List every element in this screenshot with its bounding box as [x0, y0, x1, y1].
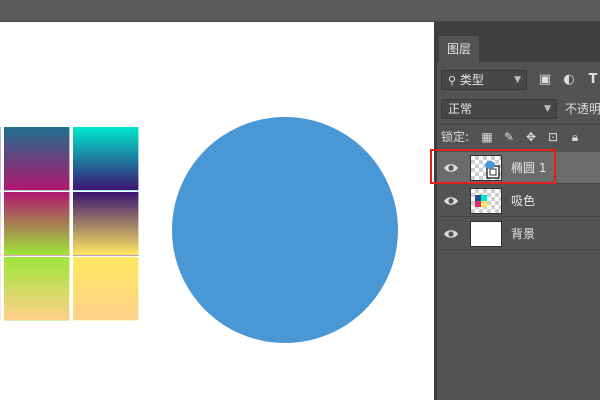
adjustment-filter-icon[interactable]: ◐ [561, 72, 577, 88]
layer-name: 背景 [511, 227, 536, 241]
layer-name: 吸色 [511, 194, 536, 208]
layers-panel: 图层 ⚲ 类型 ▼ ▣ ◐ T 正常 ▼ 不透明 锁定: ▦ ✎ ✥ ⊡ 🔒︎ [437, 22, 600, 400]
application-top-bar [0, 0, 600, 22]
lock-transparent-icon[interactable]: ▦ [479, 129, 495, 145]
eye-icon[interactable] [443, 226, 459, 242]
eye-icon[interactable] [443, 193, 459, 209]
blue-ellipse-shape[interactable] [172, 117, 398, 343]
lock-all-icon[interactable]: 🔒︎ [567, 129, 583, 145]
layer-row[interactable]: 背景 [437, 218, 600, 250]
color-swatch [73, 127, 139, 191]
layer-thumbnail [470, 188, 502, 214]
blend-mode-select[interactable]: 正常 ▼ [441, 99, 557, 119]
color-swatch-grid [0, 127, 141, 321]
selection-highlight-box [430, 149, 556, 184]
layer-row[interactable]: 吸色 [437, 185, 600, 217]
color-swatch [4, 127, 70, 191]
panel-tab-bar: 图层 [437, 22, 600, 62]
color-image-thumb-icon [475, 195, 487, 207]
color-swatch [73, 257, 139, 321]
opacity-label: 不透明 [565, 102, 600, 116]
image-filter-icon[interactable]: ▣ [537, 72, 553, 88]
blend-mode-value: 正常 [448, 102, 473, 116]
text-filter-icon[interactable]: T [585, 72, 600, 88]
blend-opacity-row: 正常 ▼ 不透明 [437, 96, 600, 122]
color-swatch [0, 192, 1, 256]
color-swatch [0, 127, 1, 191]
lock-label: 锁定: [441, 130, 470, 144]
lock-row: 锁定: ▦ ✎ ✥ ⊡ 🔒︎ [437, 124, 600, 148]
layer-kind-select[interactable]: ⚲ 类型 ▼ [441, 70, 527, 90]
color-swatch [4, 192, 70, 256]
document-canvas[interactable] [0, 22, 434, 400]
lock-move-icon[interactable]: ✥ [523, 129, 539, 145]
lock-artboard-icon[interactable]: ⊡ [545, 129, 561, 145]
search-icon: ⚲ [448, 74, 457, 87]
lock-brush-icon[interactable]: ✎ [501, 129, 517, 145]
layer-kind-label: 类型 [459, 73, 484, 87]
chevron-down-icon: ▼ [514, 75, 521, 85]
layer-thumbnail [470, 221, 502, 247]
color-swatch [73, 192, 139, 256]
color-swatch [0, 257, 1, 321]
tab-layers[interactable]: 图层 [439, 36, 479, 62]
layer-filter-row: ⚲ 类型 ▼ ▣ ◐ T [437, 66, 600, 94]
color-swatch [4, 257, 70, 321]
chevron-down-icon: ▼ [544, 104, 551, 114]
